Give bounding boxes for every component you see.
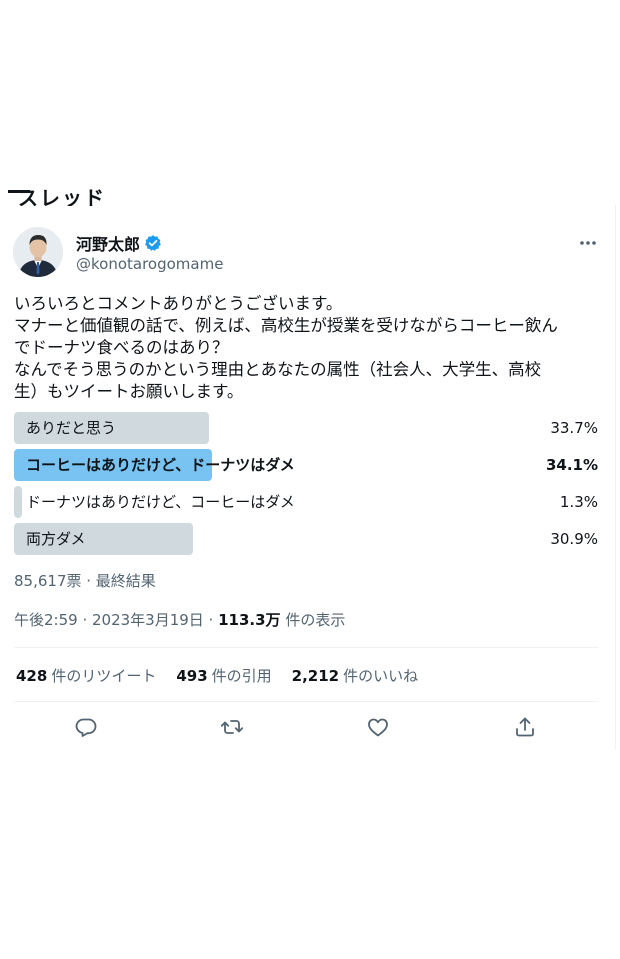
likes-count: 2,212 [291, 667, 340, 685]
screenshot-frame: スレッド 河野太郎 @konotarogomame いろいろとコメントありがとう… [0, 0, 620, 959]
quotes-label: 件の引用 [211, 667, 272, 685]
poll-option-percent: 30.9% [550, 530, 598, 548]
tweet: 河野太郎 @konotarogomame いろいろとコメントありがとうございます… [0, 205, 616, 750]
poll-option-percent: 34.1% [545, 456, 598, 474]
reply-icon[interactable] [74, 715, 98, 739]
tweet-actions [0, 713, 615, 741]
likes-label: 件のいいね [343, 667, 419, 685]
author-display-name[interactable]: 河野太郎 [76, 231, 140, 255]
poll-option-label: コーヒーはありだけど、ドーナツはダメ [26, 456, 295, 474]
poll-option-label: ありだと思う [26, 419, 117, 437]
views-count: 113.3万 [218, 611, 281, 629]
tweet-timestamp: 午後2:59 · 2023年3月19日 · 113.3万 件の表示 [14, 609, 345, 630]
likes-stat[interactable]: 2,212 件のいいね [292, 665, 418, 686]
author-name-row: 河野太郎 [76, 231, 162, 255]
poll-votes-status: 85,617票 · 最終結果 [14, 572, 156, 590]
retweets-stat[interactable]: 428 件のリツイート [16, 665, 156, 686]
poll-option-percent: 1.3% [559, 493, 598, 511]
tweet-text-line: なんでそう思うのかという理由とあなたの属性（社会人、大学生、高校 [14, 360, 542, 379]
tweet-text-line: 生）もツイートお願いします。 [14, 382, 244, 401]
retweets-label: 件のリツイート [51, 667, 157, 685]
poll-option-percent: 33.7% [550, 419, 598, 437]
poll-option: 両方ダメ 30.9% [14, 523, 600, 555]
quotes-stat[interactable]: 493 件の引用 [176, 665, 271, 686]
engagement-stats: 428 件のリツイート 493 件の引用 2,212 件のいいね [16, 665, 438, 686]
divider [14, 647, 598, 648]
poll: ありだと思う 33.7% コーヒーはありだけど、ドーナツはダメ 34.1% ドー… [14, 412, 600, 560]
more-options-icon[interactable] [578, 233, 598, 253]
tweet-text-line: マナーと価値観の話で、例えば、高校生が授業を受けながらコーヒー飲ん [14, 316, 558, 335]
quotes-count: 493 [176, 667, 208, 685]
retweets-count: 428 [16, 667, 48, 685]
header-fragment: スレッド [18, 186, 106, 206]
poll-option: ありだと思う 33.7% [14, 412, 600, 444]
avatar-portrait-icon [13, 227, 63, 277]
author-handle[interactable]: @konotarogomame [76, 255, 223, 273]
like-icon[interactable] [366, 715, 390, 739]
poll-option-label: 両方ダメ [26, 530, 86, 548]
retweet-icon[interactable] [220, 715, 244, 739]
tweet-text-line: でドーナツ食べるのはあり？ [14, 338, 229, 357]
verified-badge-icon[interactable] [144, 234, 162, 252]
tweet-text-line: いろいろとコメントありがとうございます。 [14, 294, 343, 313]
poll-option-label: ドーナツはありだけど、コーヒーはダメ [26, 493, 295, 511]
tweet-time-date[interactable]: 午後2:59 · 2023年3月19日 · [14, 611, 218, 629]
avatar[interactable] [13, 227, 63, 277]
views-label: 件の表示 [280, 611, 346, 629]
poll-option: コーヒーはありだけど、ドーナツはダメ 34.1% [14, 449, 600, 481]
poll-option: ドーナツはありだけど、コーヒーはダメ 1.3% [14, 486, 600, 518]
share-icon[interactable] [513, 715, 537, 739]
divider [14, 701, 598, 702]
tweet-text: いろいろとコメントありがとうございます。 マナーと価値観の話で、例えば、高校生が… [14, 293, 604, 403]
cropped-thread-header: スレッド [8, 176, 328, 206]
poll-option-bar [14, 486, 22, 518]
